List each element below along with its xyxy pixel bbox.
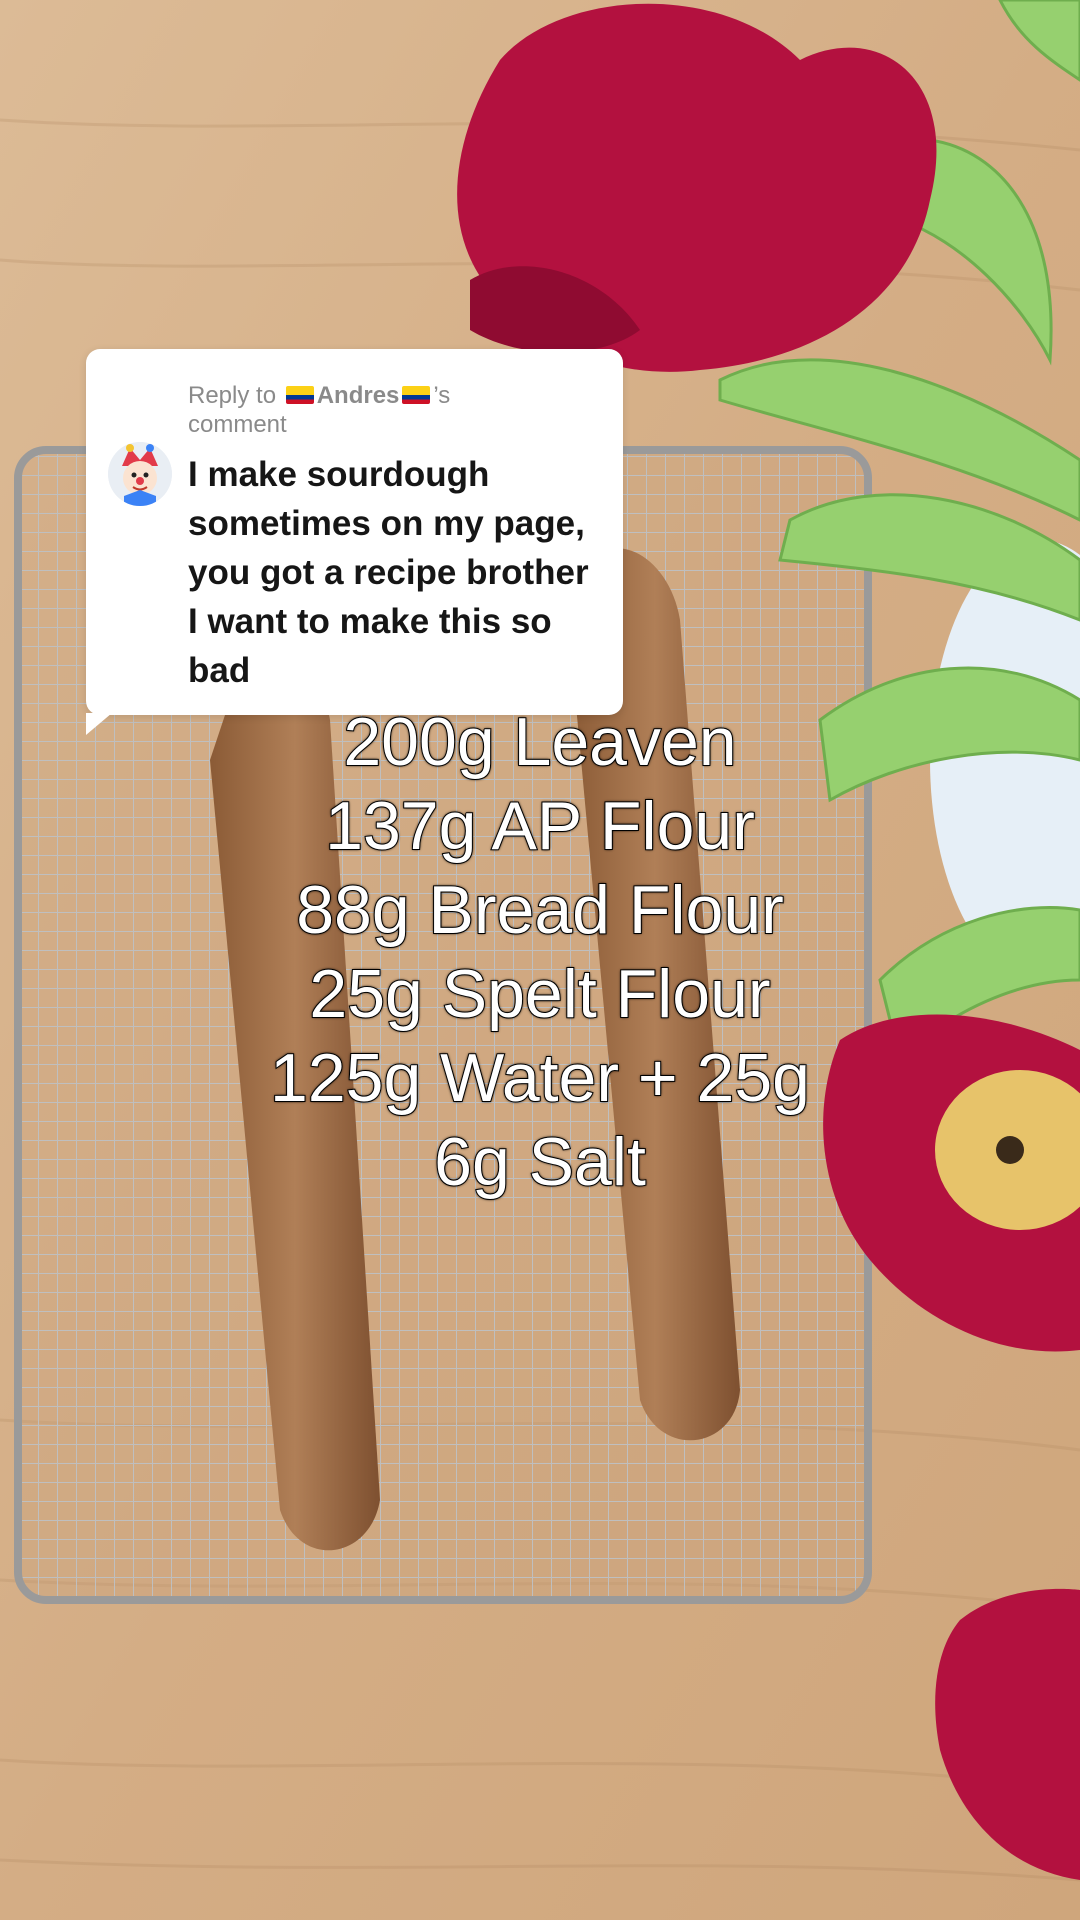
recipe-line: 88g Bread Flour: [295, 871, 785, 949]
clown-emoji-icon[interactable]: [108, 442, 172, 506]
reply-comment-card[interactable]: Reply to Andres ’s comment I make sourdou…: [86, 349, 623, 735]
recipe-line: 200g Leaven: [342, 703, 737, 781]
comment-text: I make sourdough sometimes on my page, y…: [188, 455, 589, 690]
comment-card-tail: [86, 713, 112, 735]
comment-username[interactable]: Andres: [317, 382, 400, 409]
colombia-flag-icon: [285, 386, 314, 404]
reply-prefix: Reply to: [188, 382, 283, 409]
recipe-overlay: 200g Leaven 137g AP Flour 88g Bread Flou…: [220, 700, 860, 1204]
reply-to-label: Reply to Andres ’s comment: [188, 381, 608, 439]
recipe-line: 137g AP Flour: [324, 787, 756, 865]
reply-comment-word: comment: [188, 411, 287, 438]
colombia-flag-icon: [402, 386, 431, 404]
recipe-line: 6g Salt: [433, 1123, 647, 1201]
recipe-line: 25g Spelt Flour: [308, 955, 771, 1033]
recipe-line: 125g Water + 25g: [269, 1039, 811, 1117]
reply-suffix: ’s: [433, 382, 451, 409]
